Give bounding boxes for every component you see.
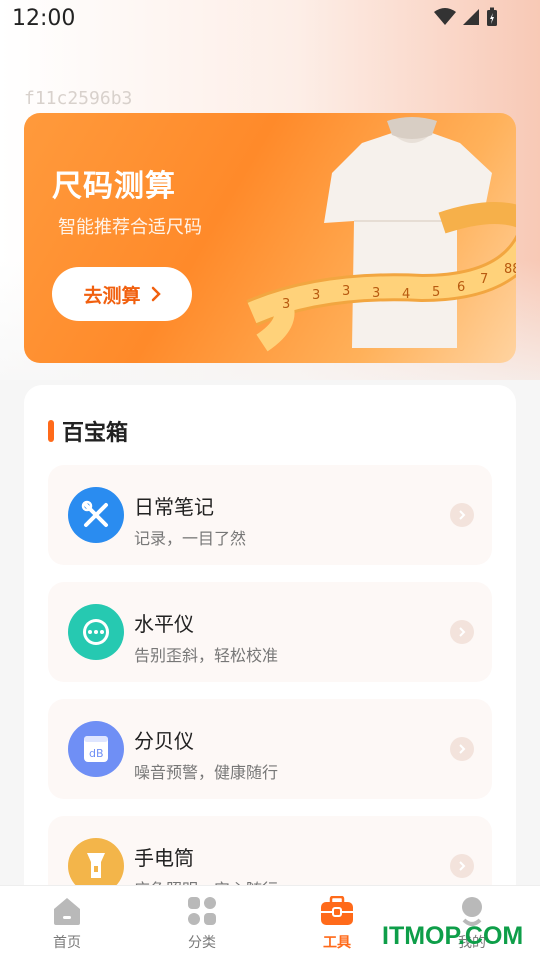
calculate-button-label: 去测算 xyxy=(83,284,141,307)
itmop-watermark-logo: ITMOP.COM xyxy=(382,922,524,950)
tab-label: 工具 xyxy=(323,935,351,951)
svg-text:4: 4 xyxy=(402,287,410,302)
tab-home[interactable]: 首页 xyxy=(27,896,107,956)
svg-text:7: 7 xyxy=(480,272,488,287)
tool-item-decibel[interactable]: dB 分贝仪 噪音预警，健康随行 xyxy=(48,699,492,799)
chevron-right-icon xyxy=(450,854,474,878)
tool-item-level[interactable]: 水平仪 告别歪斜，轻松校准 xyxy=(48,582,492,682)
watermark-text: f11c2596b3 xyxy=(24,88,133,109)
status-time: 12:00 xyxy=(12,6,76,31)
svg-text:3: 3 xyxy=(312,288,320,303)
wrench-screwdriver-icon xyxy=(68,487,124,543)
tool-name: 分贝仪 xyxy=(134,729,194,753)
size-calculator-banner[interactable]: 尺码测算 智能推荐合适尺码 去测算 3 3 3 3 4 5 67 88 xyxy=(24,113,516,363)
chevron-right-icon xyxy=(450,503,474,527)
tool-name: 水平仪 xyxy=(134,612,194,636)
toolbox-title: 百宝箱 xyxy=(62,421,129,446)
cellular-signal-icon xyxy=(463,9,479,25)
section-accent-bar xyxy=(48,420,54,442)
decibel-meter-icon: dB xyxy=(68,721,124,777)
tool-item-notes[interactable]: 日常笔记 记录，一目了然 xyxy=(48,465,492,565)
tool-desc: 告别歪斜，轻松校准 xyxy=(134,646,279,665)
svg-text:5: 5 xyxy=(432,285,440,300)
banner-title: 尺码测算 xyxy=(52,169,176,204)
battery-icon xyxy=(487,7,497,26)
grid-icon xyxy=(188,897,216,925)
level-icon xyxy=(68,604,124,660)
tshirt-measuring-tape-illustration: 3 3 3 3 4 5 67 88 xyxy=(246,117,516,352)
tool-name: 日常笔记 xyxy=(134,495,214,519)
svg-text:3: 3 xyxy=(372,286,380,301)
svg-text:dB: dB xyxy=(89,747,104,760)
wifi-icon xyxy=(434,8,456,25)
tab-label: 首页 xyxy=(53,935,81,951)
tab-category[interactable]: 分类 xyxy=(162,896,242,956)
toolbox-card: 百宝箱 日常笔记 记录，一目了然 水平仪 告别歪斜，轻松校准 dB 分贝仪 噪音… xyxy=(24,385,516,905)
tool-desc: 记录，一目了然 xyxy=(134,529,247,548)
svg-text:3: 3 xyxy=(282,297,290,312)
svg-text:3: 3 xyxy=(342,284,350,299)
chevron-right-icon xyxy=(450,620,474,644)
toolbox-header: 百宝箱 xyxy=(48,415,128,447)
chevron-right-icon xyxy=(151,286,161,302)
chevron-right-icon xyxy=(450,737,474,761)
tab-tools[interactable]: 工具 xyxy=(297,896,377,956)
status-icons xyxy=(434,7,498,27)
tool-name: 手电筒 xyxy=(134,846,194,870)
home-icon xyxy=(54,898,80,925)
status-bar: 12:00 xyxy=(0,0,540,38)
tool-desc: 噪音预警，健康随行 xyxy=(134,763,279,782)
calculate-button[interactable]: 去测算 xyxy=(52,267,192,321)
banner-subtitle: 智能推荐合适尺码 xyxy=(58,217,202,238)
svg-text:88: 88 xyxy=(504,262,516,277)
toolbox-icon xyxy=(321,896,353,925)
tab-label: 分类 xyxy=(188,935,216,951)
svg-text:6: 6 xyxy=(457,280,465,295)
